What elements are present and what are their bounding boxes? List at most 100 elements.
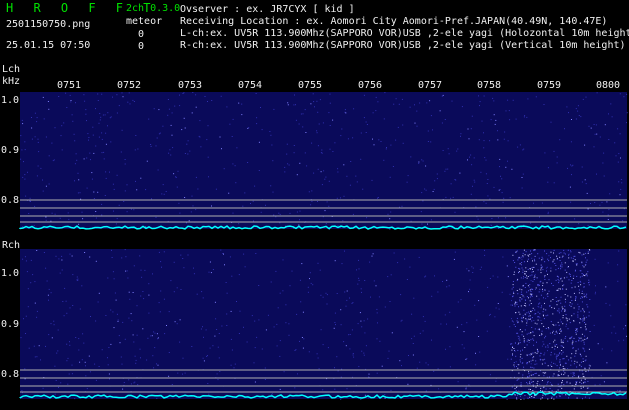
noise-dot — [412, 354, 414, 356]
burst-dot — [559, 329, 560, 331]
burst-dot — [571, 353, 573, 355]
noise-dot — [419, 332, 421, 334]
noise-dot — [588, 125, 590, 127]
burst-dot — [537, 311, 539, 313]
burst-dot — [576, 381, 578, 383]
noise-dot — [128, 92, 130, 94]
noise-dot — [288, 164, 290, 166]
burst-dot — [540, 352, 542, 354]
noise-dot — [489, 374, 491, 376]
noise-dot — [182, 373, 183, 375]
noise-dot — [112, 183, 114, 185]
noise-dot — [27, 288, 29, 290]
burst-dot — [565, 394, 567, 396]
noise-dot — [26, 271, 28, 273]
noise-dot — [470, 154, 472, 156]
noise-dot — [376, 338, 378, 340]
noise-dot — [521, 177, 523, 178]
noise-dot — [24, 149, 26, 151]
noise-dot — [242, 205, 244, 207]
burst-dot — [519, 263, 521, 265]
burst-dot — [582, 318, 584, 320]
burst-dot — [573, 320, 575, 322]
noise-dot — [176, 287, 178, 289]
noise-dot — [469, 288, 471, 290]
noise-dot — [404, 258, 406, 260]
noise-dot — [376, 308, 378, 310]
burst-dot — [529, 293, 531, 295]
burst-dot — [577, 316, 579, 318]
noise-dot — [298, 123, 300, 125]
noise-dot — [509, 326, 511, 328]
burst-dot — [583, 253, 585, 255]
noise-dot — [547, 213, 549, 215]
noise-dot — [494, 123, 496, 125]
burst-dot — [557, 278, 559, 280]
noise-dot — [163, 193, 165, 195]
noise-dot — [493, 114, 495, 116]
noise-dot — [617, 264, 619, 266]
noise-dot — [595, 291, 596, 293]
noise-dot — [124, 249, 126, 251]
noise-dot — [375, 110, 377, 112]
noise-dot — [132, 292, 134, 293]
burst-dot — [532, 357, 534, 359]
noise-dot — [217, 346, 219, 348]
noise-dot — [119, 342, 121, 344]
noise-dot — [473, 179, 475, 181]
noise-dot — [606, 362, 608, 364]
noise-dot — [539, 216, 540, 218]
burst-dot — [525, 305, 527, 307]
burst-dot — [574, 286, 576, 288]
noise-dot — [270, 134, 272, 136]
noise-dot — [137, 148, 139, 150]
burst-dot — [580, 366, 582, 368]
burst-dot — [566, 355, 568, 357]
noise-dot — [602, 211, 604, 213]
noise-dot — [110, 116, 112, 118]
burst-dot — [530, 353, 532, 355]
burst-dot — [528, 371, 530, 373]
burst-dot — [521, 289, 523, 291]
noise-dot — [547, 181, 549, 183]
burst-dot — [572, 277, 574, 279]
noise-dot — [421, 223, 423, 225]
noise-dot — [340, 135, 342, 137]
noise-dot — [484, 249, 485, 251]
noise-dot — [107, 277, 109, 279]
burst-dot — [519, 395, 521, 397]
burst-dot — [540, 387, 542, 389]
noise-dot — [24, 174, 26, 176]
burst-dot — [512, 284, 514, 286]
noise-dot — [163, 251, 165, 253]
burst-dot — [528, 332, 530, 334]
noise-dot — [370, 296, 371, 298]
noise-dot — [377, 101, 379, 103]
noise-dot — [184, 372, 186, 374]
burst-dot — [514, 326, 516, 327]
noise-dot — [363, 352, 365, 354]
noise-dot — [365, 345, 367, 347]
burst-dot — [542, 258, 544, 260]
burst-dot — [587, 337, 588, 339]
noise-dot — [372, 253, 374, 255]
noise-dot — [212, 345, 214, 347]
noise-dot — [328, 205, 330, 207]
noise-dot — [379, 340, 381, 342]
noise-dot — [61, 269, 63, 271]
noise-dot — [48, 334, 50, 336]
noise-dot — [487, 195, 489, 197]
burst-dot — [556, 257, 558, 259]
noise-dot — [544, 152, 546, 154]
noise-dot — [95, 145, 97, 147]
noise-dot — [98, 136, 100, 138]
noise-dot — [593, 146, 595, 148]
noise-dot — [377, 197, 378, 199]
burst-dot — [517, 367, 519, 369]
burst-dot — [583, 296, 585, 298]
noise-dot — [91, 178, 93, 180]
noise-dot — [499, 166, 500, 168]
noise-dot — [53, 320, 55, 322]
burst-dot — [555, 265, 557, 266]
burst-dot — [510, 358, 512, 360]
